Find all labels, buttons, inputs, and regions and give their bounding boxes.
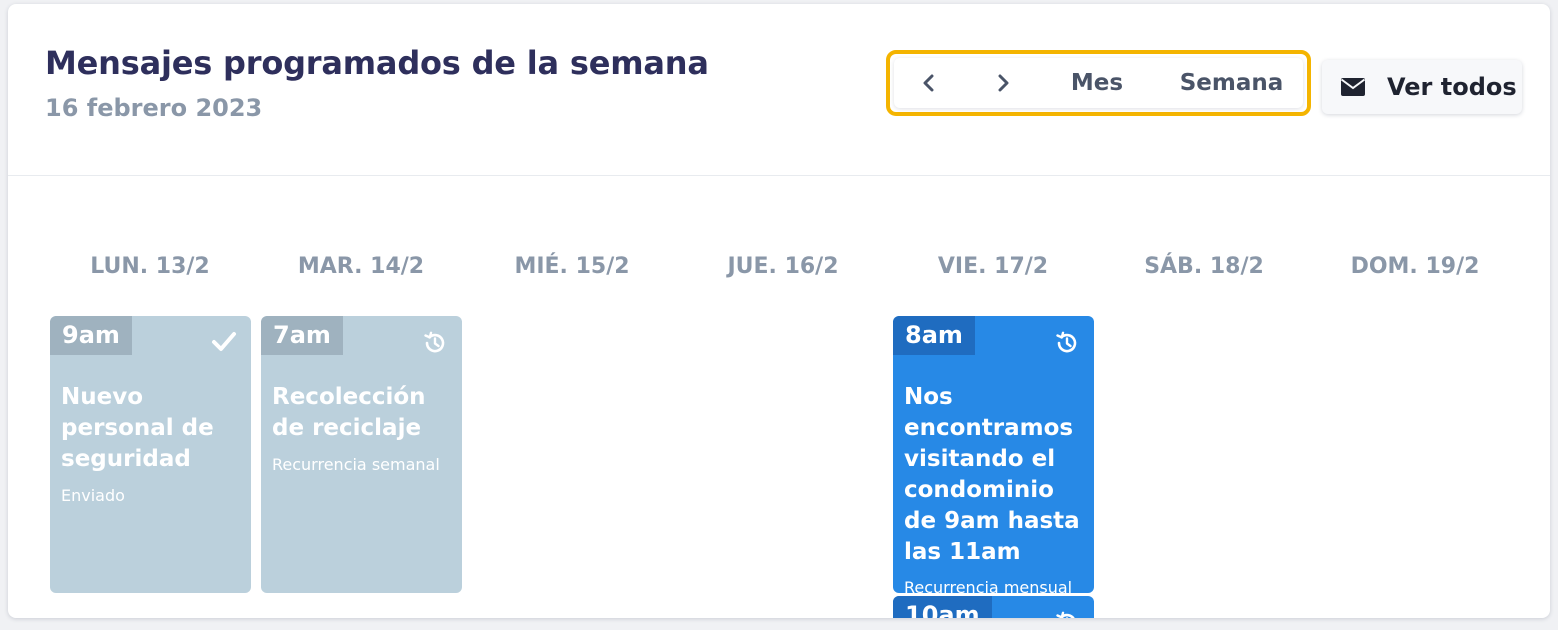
day-header-thu: JUE. 16/2 xyxy=(727,254,839,279)
history-icon xyxy=(424,331,445,353)
event-status: Enviado xyxy=(61,486,125,505)
history-icon xyxy=(1056,331,1077,353)
day-header-sat: SÁB. 18/2 xyxy=(1144,254,1264,279)
view-all-label: Ver todos xyxy=(1387,73,1517,101)
event-time: 8am xyxy=(893,316,975,355)
day-header-sun: DOM. 19/2 xyxy=(1350,254,1480,279)
event-time: 10am xyxy=(893,596,992,618)
day-header-wed: MIÉ. 15/2 xyxy=(514,254,630,279)
event-card[interactable]: 9am Nuevo personal de seguridad Enviado xyxy=(50,316,251,593)
chevron-left-icon xyxy=(923,74,934,92)
event-title: Nos encontramos visitando el condominio … xyxy=(904,384,1080,565)
check-icon xyxy=(212,332,236,351)
event-title: Recolección de reciclaje xyxy=(272,384,426,441)
event-card[interactable]: 8am Nos encontramos visitando el condomi… xyxy=(893,316,1094,593)
event-title: Nuevo personal de seguridad xyxy=(61,384,214,472)
day-header-tue: MAR. 14/2 xyxy=(297,254,425,279)
chevron-right-icon xyxy=(998,74,1009,92)
scheduled-messages-card: Mensajes programados de la semana 16 feb… xyxy=(8,4,1550,618)
event-status: Recurrencia mensual xyxy=(904,578,1073,593)
month-view-button[interactable]: Mes xyxy=(1052,58,1142,108)
event-card[interactable]: 7am Recolección de reciclaje Recurrencia… xyxy=(261,316,462,593)
current-date: 16 febrero 2023 xyxy=(45,94,263,122)
card-header: Mensajes programados de la semana 16 feb… xyxy=(8,4,1550,176)
page-title: Mensajes programados de la semana xyxy=(45,44,709,82)
event-card[interactable]: 10am xyxy=(893,596,1094,618)
event-status: Recurrencia semanal xyxy=(272,455,440,474)
envelope-icon xyxy=(1340,78,1366,96)
event-time: 9am xyxy=(50,316,132,355)
calendar-nav-inner: Mes Semana xyxy=(894,58,1303,108)
history-icon xyxy=(1056,611,1075,618)
view-all-button[interactable]: Ver todos xyxy=(1322,60,1522,114)
day-header-fri: VIE. 17/2 xyxy=(937,254,1049,279)
week-view-button[interactable]: Semana xyxy=(1164,58,1299,108)
event-time: 7am xyxy=(261,316,343,355)
prev-week-button[interactable] xyxy=(894,58,964,108)
calendar-nav-group: Mes Semana xyxy=(886,50,1311,116)
next-week-button[interactable] xyxy=(968,58,1038,108)
day-header-mon: LUN. 13/2 xyxy=(90,254,210,279)
